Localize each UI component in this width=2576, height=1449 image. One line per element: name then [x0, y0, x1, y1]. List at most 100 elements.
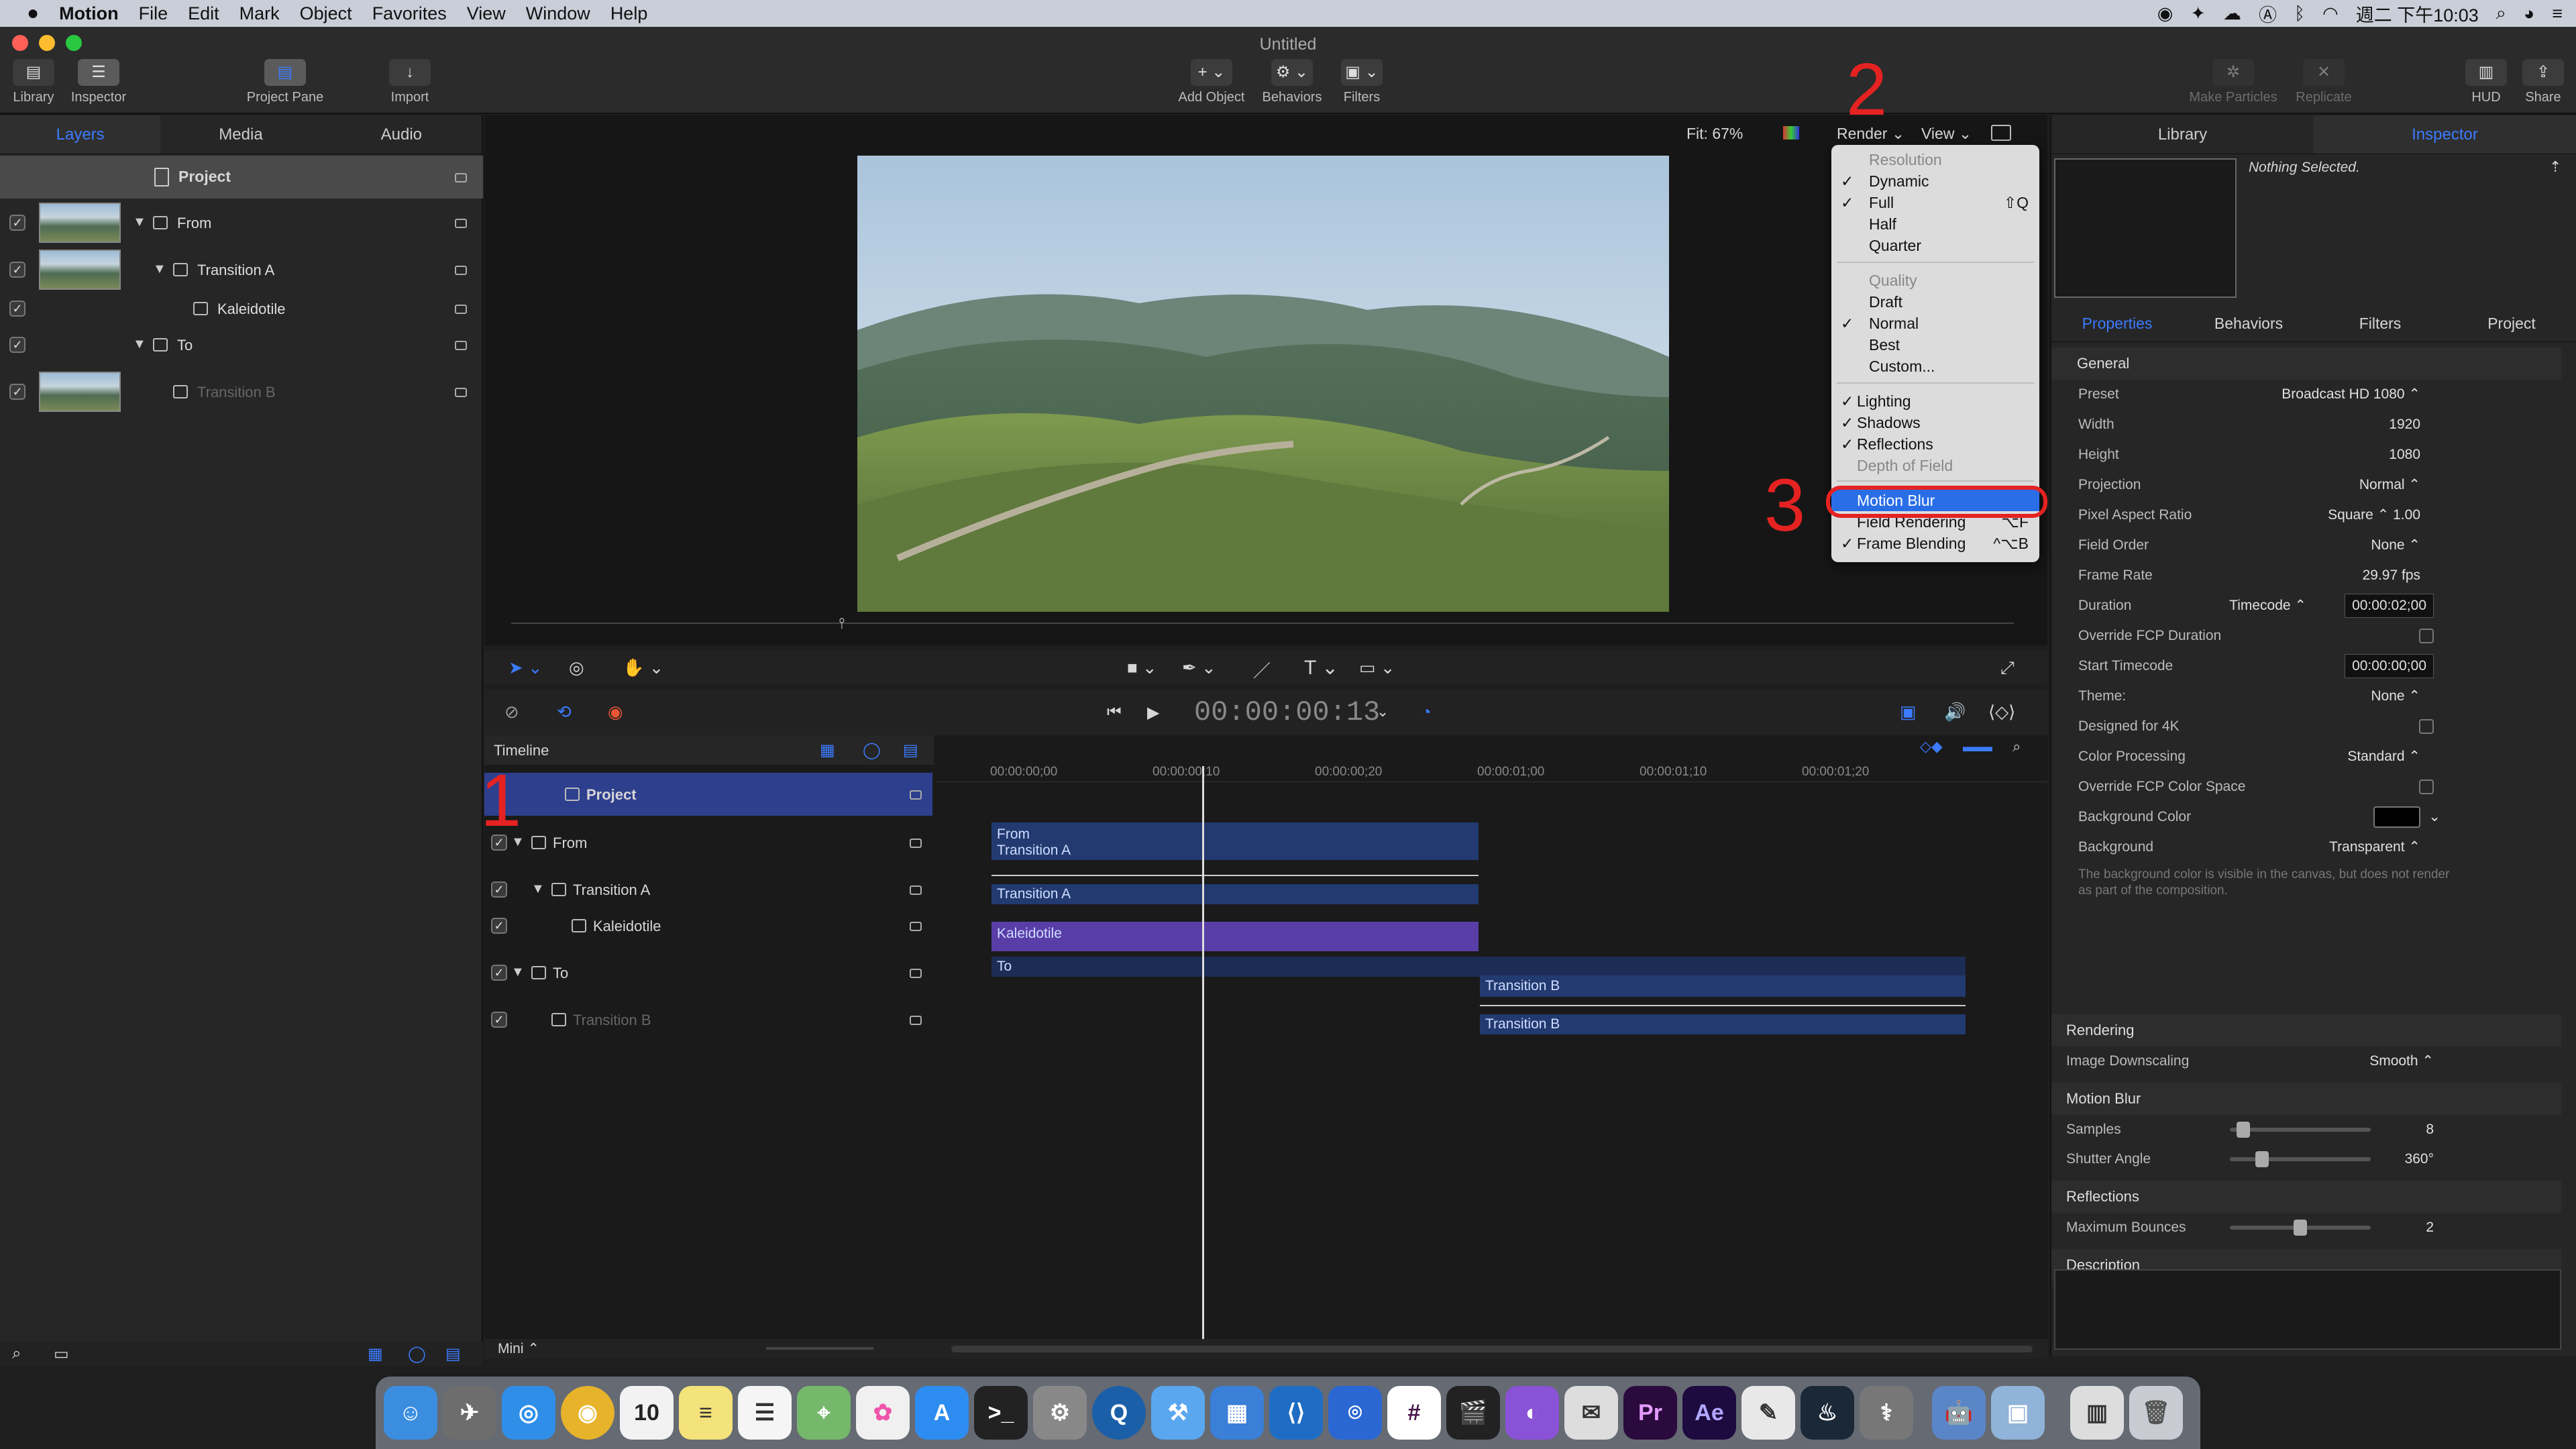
system-preferences-icon[interactable]: ⚙ — [1033, 1386, 1087, 1440]
layers-icon[interactable]: ▤ — [903, 741, 918, 760]
tab-behaviors[interactable]: Behaviors — [2183, 305, 2314, 341]
menu-file[interactable]: File — [139, 0, 168, 27]
dropbox-icon[interactable]: ✦ — [2190, 3, 2206, 24]
menu-item-dynamic[interactable]: ✓ Dynamic — [1831, 170, 2039, 192]
description-box[interactable] — [2054, 1269, 2561, 1350]
quicktime-icon[interactable]: Q — [1092, 1386, 1146, 1440]
blueprint-icon[interactable]: ▦ — [1210, 1386, 1264, 1440]
tab-media[interactable]: Media — [160, 115, 321, 154]
inspector-row[interactable]: Background Color ⌄ — [2051, 802, 2561, 832]
lock-icon[interactable] — [455, 266, 467, 275]
menu-help[interactable]: Help — [610, 0, 648, 27]
chrome-icon[interactable]: ◉ — [561, 1386, 614, 1440]
calendar-icon[interactable]: 10 — [620, 1386, 674, 1440]
canvas-image[interactable] — [857, 156, 1669, 612]
bar-to[interactable]: To — [991, 957, 1966, 977]
lock-icon[interactable] — [455, 173, 467, 182]
checkbox[interactable] — [2419, 780, 2434, 794]
menu-item-quarter[interactable]: Quarter — [1831, 235, 2039, 256]
search-icon[interactable]: ⌕ — [2496, 3, 2506, 24]
filters-button[interactable]: ▣ ⌄ Filters — [1335, 59, 1389, 105]
menu-item-reflections[interactable]: ✓ Reflections — [1831, 433, 2039, 455]
inspector-row[interactable]: Height 1080 — [2051, 440, 2561, 470]
finder-icon[interactable]: ☺ — [384, 1386, 437, 1440]
preview-icon[interactable]: ▣ — [1991, 1386, 2045, 1440]
vscode-icon[interactable]: ⟨⟩ — [1269, 1386, 1323, 1440]
xcode-icon[interactable]: ⚒ — [1151, 1386, 1205, 1440]
bar-transition-b-2[interactable]: Transition B — [1480, 1014, 1966, 1034]
inspector-row[interactable]: Start Timecode 00:00:00;00 — [2051, 651, 2561, 681]
lock-icon[interactable] — [455, 219, 467, 228]
chevron-down-icon[interactable]: ⌄ — [2428, 802, 2440, 832]
automator-icon[interactable]: 🤖 — [1932, 1386, 1986, 1440]
tab-library[interactable]: Library — [2051, 115, 2314, 154]
samples-slider-knob[interactable] — [2236, 1122, 2250, 1138]
tab-filters[interactable]: Filters — [2314, 305, 2446, 341]
circle-icon[interactable]: ◯ — [863, 741, 881, 760]
after-effects-icon[interactable]: Ae — [1682, 1386, 1736, 1440]
menu-view[interactable]: View — [467, 0, 506, 27]
terminal-icon[interactable]: >_ — [974, 1386, 1028, 1440]
grid-icon[interactable]: ▦ — [368, 1344, 383, 1364]
inspector-row[interactable]: Designed for 4K — [2051, 712, 2561, 741]
downloads-icon[interactable]: ▥ — [2070, 1386, 2124, 1440]
bar-transition-b-1[interactable]: Transition B — [1480, 975, 1966, 997]
menu-window[interactable]: Window — [526, 0, 590, 27]
mini-popup[interactable]: Mini ⌃ — [498, 1340, 539, 1357]
inspector-row[interactable]: Width 1920 — [2051, 410, 2561, 439]
lock-icon[interactable] — [910, 922, 922, 931]
tab-properties[interactable]: Properties — [2051, 305, 2183, 341]
menu-item-normal[interactable]: ✓ Normal — [1831, 313, 2039, 334]
maps-icon[interactable]: ⌖ — [797, 1386, 851, 1440]
timeline-layer-row[interactable]: ✓ Transition B — [484, 998, 932, 1041]
inspector-row[interactable]: Field Order None ⌃ — [2051, 531, 2561, 560]
disk-utility-icon[interactable]: ⚕ — [1860, 1386, 1913, 1440]
tab-layers[interactable]: Layers — [0, 115, 161, 154]
steam-icon[interactable]: ♨ — [1801, 1386, 1854, 1440]
app-store-icon[interactable]: A — [915, 1386, 969, 1440]
keyframe-icon[interactable]: ◇◆ — [1920, 738, 1943, 755]
menu-mark[interactable]: Mark — [239, 0, 280, 27]
lock-icon[interactable] — [455, 305, 467, 314]
bounces-slider-knob[interactable] — [2294, 1220, 2307, 1236]
snap-icon[interactable]: ▬▬ — [1963, 738, 1992, 755]
menu-item-half[interactable]: Half — [1831, 213, 2039, 235]
layer-visibility-checkbox[interactable]: ✓ — [491, 1012, 507, 1028]
layer-visibility-checkbox[interactable]: ✓ — [491, 918, 507, 934]
layer-visibility-checkbox[interactable]: ✓ — [9, 301, 25, 317]
tab-project[interactable]: Project — [2446, 305, 2576, 341]
make-particles-button[interactable]: ✲ Make Particles — [2184, 59, 2282, 105]
timeline-layer-row[interactable]: ✓ ▼ To — [484, 951, 932, 994]
inspector-row[interactable]: Frame Rate 29.97 fps — [2051, 561, 2561, 590]
view-popup[interactable]: View ⌄ — [1921, 125, 1972, 143]
select-tool-icon[interactable]: ➤ ⌄ — [508, 657, 543, 678]
import-button[interactable]: ↓ Import — [385, 59, 435, 105]
tab-audio[interactable]: Audio — [321, 115, 482, 154]
lock-icon[interactable] — [455, 341, 467, 350]
timeline-scrollbar[interactable] — [951, 1346, 2033, 1352]
project-pane-button[interactable]: ▤ Project Pane — [241, 59, 329, 105]
menu-edit[interactable]: Edit — [188, 0, 219, 27]
lock-icon[interactable] — [910, 969, 922, 978]
wifi-icon[interactable]: ◠ — [2322, 3, 2339, 24]
menu-item-lighting[interactable]: ✓ Lighting — [1831, 390, 2039, 412]
inspector-row[interactable]: Projection Normal ⌃ — [2051, 470, 2561, 500]
layer-visibility-checkbox[interactable]: ✓ — [9, 215, 25, 231]
inspector-row[interactable]: Duration Timecode ⌃ 00:00:02;00 — [2051, 591, 2561, 621]
lock-icon[interactable] — [455, 388, 467, 397]
motion-icon[interactable]: ◐ — [1505, 1386, 1559, 1440]
disclosure-triangle-icon[interactable]: ▼ — [133, 215, 146, 230]
inspector-row[interactable]: Override FCP Color Space — [2051, 772, 2561, 802]
layer-visibility-checkbox[interactable]: ✓ — [9, 337, 25, 353]
bar-kaleidotile[interactable]: Kaleidotile — [991, 922, 1479, 951]
layer-visibility-checkbox[interactable]: ✓ — [9, 262, 25, 278]
notes-icon[interactable]: ≡ — [679, 1386, 733, 1440]
inspector-row[interactable]: Preset Broadcast HD 1080 ⌃ — [2051, 380, 2561, 409]
shape-tool-icon[interactable]: ■ ⌄ — [1127, 657, 1157, 678]
bluetooth-icon[interactable]: ᛒ — [2294, 3, 2305, 24]
layers-icon[interactable]: ▤ — [445, 1344, 461, 1364]
siri-icon[interactable]: ◕ — [2524, 3, 2534, 24]
menu-item-best[interactable]: Best — [1831, 334, 2039, 356]
lock-icon[interactable] — [910, 1016, 922, 1025]
record-icon[interactable]: ◉ — [608, 702, 623, 722]
